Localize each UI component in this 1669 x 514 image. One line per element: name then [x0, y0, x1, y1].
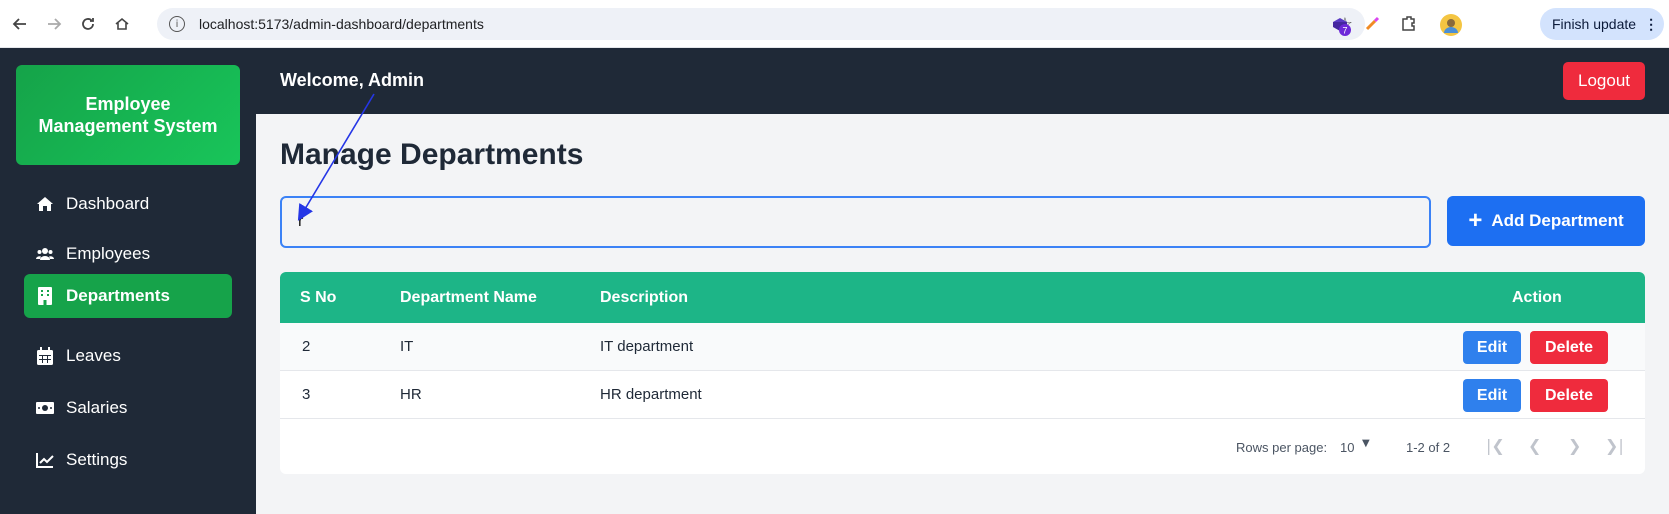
sidebar-item-label: Settings [66, 450, 128, 469]
more-vert-icon[interactable]: ⋮ [1644, 16, 1658, 33]
building-icon [36, 287, 54, 305]
home-browser-icon[interactable] [110, 12, 134, 36]
column-header-description[interactable]: Description [600, 289, 688, 307]
top-header: Welcome, Admin Logout [256, 48, 1669, 114]
address-bar[interactable]: i localhost:5173/admin-dashboard/departm… [157, 8, 1365, 40]
extensions-puzzle-icon[interactable] [1400, 14, 1420, 34]
edit-button[interactable]: Edit [1463, 331, 1521, 364]
sidebar: Employee Management System Dashboard Emp… [0, 48, 256, 514]
sidebar-item-label: Employees [66, 244, 151, 263]
cell-description: IT department [600, 338, 694, 355]
money-icon [36, 399, 54, 417]
welcome-text: Welcome, Admin [280, 70, 425, 90]
departments-table: S No Department Name Description Action … [280, 272, 1645, 474]
finish-update-label: Finish update [1552, 16, 1637, 32]
sidebar-item-label: Departments [66, 286, 170, 305]
sidebar-item-employees[interactable]: Employees [24, 232, 232, 276]
sidebar-item-departments[interactable]: Departments [24, 274, 232, 318]
sidebar-item-label: Leaves [66, 346, 121, 365]
cell-sno: 3 [302, 386, 311, 403]
pagination: Rows per page: 10 ▼ 1-2 of 2 |❮ ❮ ❯ ❯| [280, 420, 1645, 474]
reload-icon[interactable] [76, 12, 100, 36]
table-row: 2 IT IT department Edit Delete [280, 323, 1645, 371]
finish-update-button[interactable]: Finish update ⋮ [1540, 8, 1664, 40]
delete-button[interactable]: Delete [1530, 331, 1608, 364]
cell-description: HR department [600, 386, 702, 403]
cell-department-name: HR [400, 386, 422, 403]
search-input[interactable] [280, 196, 1431, 248]
page-range: 1-2 of 2 [1406, 440, 1451, 455]
column-header-action: Action [1512, 289, 1562, 306]
extension-icon[interactable]: 7 [1329, 14, 1351, 36]
dropdown-caret-icon[interactable]: ▼ [1362, 438, 1370, 449]
cell-department-name: IT [400, 338, 414, 355]
sidebar-item-leaves[interactable]: Leaves [24, 334, 232, 378]
first-page-icon[interactable]: |❮ [1486, 436, 1505, 455]
sidebar-item-label: Salaries [66, 398, 128, 417]
avatar[interactable] [1440, 14, 1462, 36]
page-title: Manage Departments [280, 138, 584, 171]
sidebar-item-dashboard[interactable]: Dashboard [24, 182, 232, 226]
next-page-icon[interactable]: ❯ [1568, 436, 1581, 455]
brand-title: Employee Management System [16, 65, 240, 165]
add-department-button[interactable]: + Add Department [1447, 196, 1645, 246]
table-header: S No Department Name Description Action [280, 272, 1645, 323]
browser-toolbar: i localhost:5173/admin-dashboard/departm… [0, 0, 1669, 48]
calendar-icon [36, 347, 54, 365]
logout-button[interactable]: Logout [1563, 62, 1645, 100]
rows-per-page-select[interactable]: 10 [1340, 440, 1354, 455]
home-icon [36, 195, 54, 213]
sidebar-item-settings[interactable]: Settings [24, 438, 232, 482]
url-text: localhost:5173/admin-dashboard/departmen… [199, 16, 484, 32]
column-header-name[interactable]: Department Name [400, 289, 537, 307]
table-row: 3 HR HR department Edit Delete [280, 371, 1645, 419]
users-icon [36, 245, 54, 263]
back-icon[interactable] [8, 12, 32, 36]
delete-button[interactable]: Delete [1530, 379, 1608, 412]
last-page-icon[interactable]: ❯| [1605, 436, 1624, 455]
cell-sno: 2 [302, 338, 311, 355]
edit-button[interactable]: Edit [1463, 379, 1521, 412]
prev-page-icon[interactable]: ❮ [1528, 436, 1541, 455]
plus-icon: + [1468, 207, 1483, 234]
sidebar-item-salaries[interactable]: Salaries [24, 386, 232, 430]
rows-per-page-label: Rows per page: [1236, 440, 1328, 455]
sidebar-item-label: Dashboard [66, 194, 150, 213]
svg-text:7: 7 [1342, 26, 1347, 36]
add-department-label: Add Department [1491, 211, 1624, 230]
chart-icon [36, 451, 54, 469]
color-picker-icon[interactable] [1364, 14, 1384, 34]
column-header-sno[interactable]: S No [300, 289, 336, 307]
forward-icon[interactable] [42, 12, 66, 36]
site-info-icon[interactable]: i [169, 16, 185, 32]
